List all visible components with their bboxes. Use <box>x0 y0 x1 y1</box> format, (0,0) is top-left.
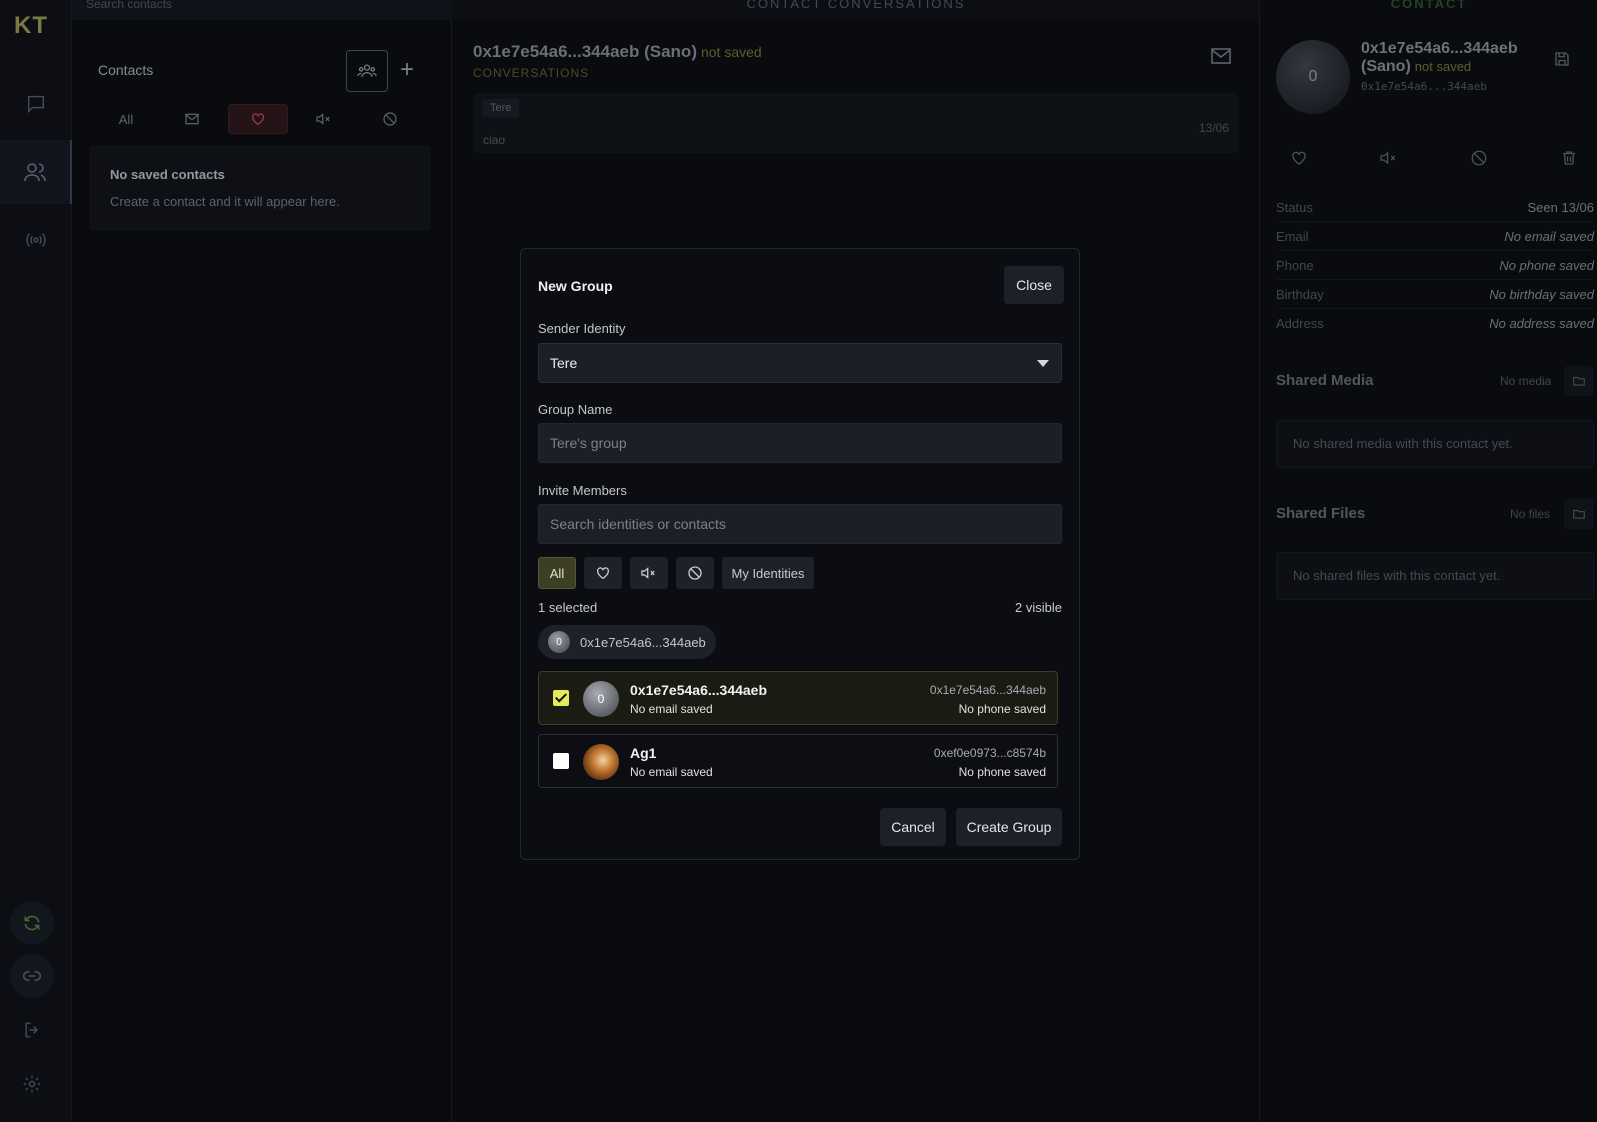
avatar: 0 <box>548 631 570 653</box>
dialog-title: New Group <box>538 278 613 294</box>
invite-members-label: Invite Members <box>538 483 627 498</box>
selected-count: 1 selected <box>538 600 598 615</box>
sender-identity-label: Sender Identity <box>538 321 626 336</box>
member-search-input[interactable] <box>538 504 1062 544</box>
member-filter-all[interactable]: All <box>538 557 576 589</box>
member-checkbox[interactable] <box>553 753 569 769</box>
member-filter-favorites[interactable] <box>584 557 622 589</box>
heart-icon <box>597 567 609 580</box>
new-group-dialog: New Group Close Sender Identity Tere Gro… <box>520 248 1080 860</box>
chevron-down-icon <box>1037 360 1049 367</box>
group-name-label: Group Name <box>538 402 613 417</box>
selected-member-label: 0x1e7e54a6...344aeb <box>580 634 706 650</box>
create-group-button[interactable]: Create Group <box>956 808 1062 846</box>
member-row[interactable]: 0 0x1e7e54a6...344aeb No email saved 0x1… <box>538 671 1058 725</box>
sender-identity-value: Tere <box>550 355 578 371</box>
block-icon <box>688 566 702 580</box>
visible-count: 2 visible <box>1015 600 1062 615</box>
member-phone: No phone saved <box>958 765 1046 779</box>
member-address: 0xef0e0973...c8574b <box>933 746 1046 760</box>
mute-icon <box>641 567 655 579</box>
selected-member-chip[interactable]: 0 0x1e7e54a6...344aeb <box>538 625 716 659</box>
member-row[interactable]: Ag1 No email saved 0xef0e0973...c8574b N… <box>538 734 1058 788</box>
group-name-input[interactable] <box>538 423 1062 463</box>
close-button[interactable]: Close <box>1004 266 1064 304</box>
member-checkbox[interactable] <box>553 690 569 706</box>
member-filter-muted[interactable] <box>630 557 668 589</box>
member-name: Ag1 <box>630 745 657 761</box>
member-name: 0x1e7e54a6...344aeb <box>630 682 768 698</box>
member-phone: No phone saved <box>958 702 1046 716</box>
cancel-button[interactable]: Cancel <box>880 808 946 846</box>
member-filter-blocked[interactable] <box>676 557 714 589</box>
member-email: No email saved <box>630 765 713 779</box>
sender-identity-select[interactable]: Tere <box>538 343 1062 383</box>
member-email: No email saved <box>630 702 713 716</box>
member-filter-my-identities[interactable]: My Identities <box>722 557 814 589</box>
member-address: 0x1e7e54a6...344aeb <box>929 683 1046 697</box>
avatar-photo <box>583 744 619 780</box>
avatar: 0 <box>583 681 619 717</box>
